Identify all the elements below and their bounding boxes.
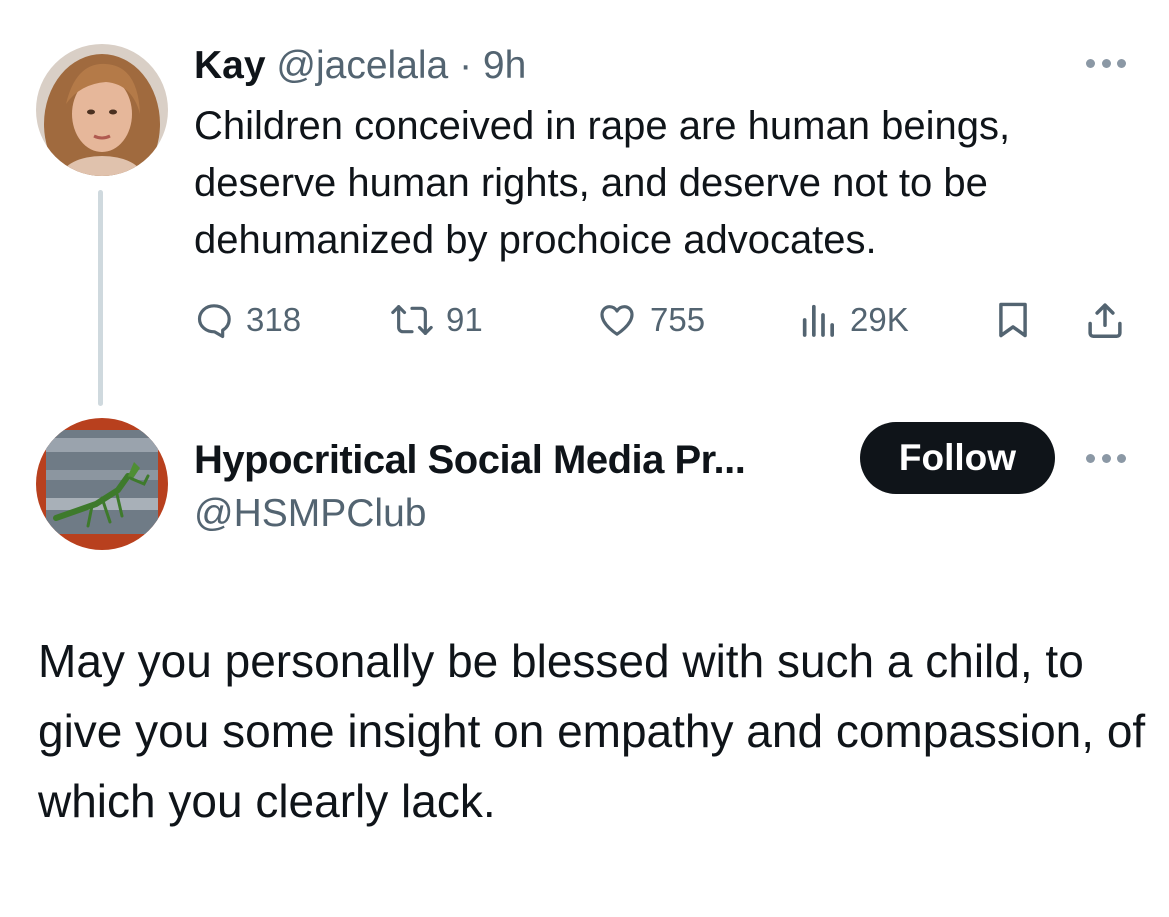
avatar-hsmpclub[interactable]	[36, 418, 168, 550]
repost-icon	[391, 305, 433, 335]
tweet-text: Children conceived in rape are human bei…	[194, 104, 1011, 262]
bookmark-icon	[999, 302, 1027, 338]
avatar-hsmpclub-image	[36, 418, 168, 550]
bookmark-button[interactable]	[994, 292, 1032, 348]
like-count: 755	[650, 301, 706, 338]
like-button[interactable]: 755	[596, 292, 705, 348]
thread-line	[98, 190, 103, 406]
repost-button[interactable]: 91	[390, 292, 483, 348]
views-button[interactable]: 29K	[798, 292, 909, 348]
like-icon	[600, 305, 634, 336]
tweet-header: Kay @jacelala · 9h	[194, 40, 526, 92]
avatar-kay[interactable]	[36, 44, 168, 176]
views-icon	[802, 304, 834, 337]
reply-author-handle[interactable]: @HSMPClub	[194, 490, 426, 538]
reply-icon	[197, 304, 231, 339]
reply-count: 318	[246, 301, 302, 338]
share-button[interactable]	[1084, 292, 1126, 348]
views-count: 29K	[850, 301, 909, 338]
tweet-actions: 318 91 755 29K	[194, 292, 1134, 348]
reply-text: May you personally be blessed with such …	[38, 635, 1146, 827]
handle-and-time[interactable]: @jacelala · 9h	[276, 44, 526, 87]
author-name[interactable]: Kay	[194, 44, 266, 87]
share-icon	[1088, 303, 1122, 339]
avatar-kay-image	[36, 44, 168, 176]
repost-count: 91	[446, 301, 483, 338]
reply-button[interactable]: 318	[194, 292, 301, 348]
more-icon[interactable]	[1086, 58, 1126, 68]
more-icon[interactable]	[1086, 453, 1126, 463]
reply-author-name[interactable]: Hypocritical Social Media Pr...	[194, 436, 746, 484]
follow-button[interactable]: Follow	[860, 422, 1055, 494]
